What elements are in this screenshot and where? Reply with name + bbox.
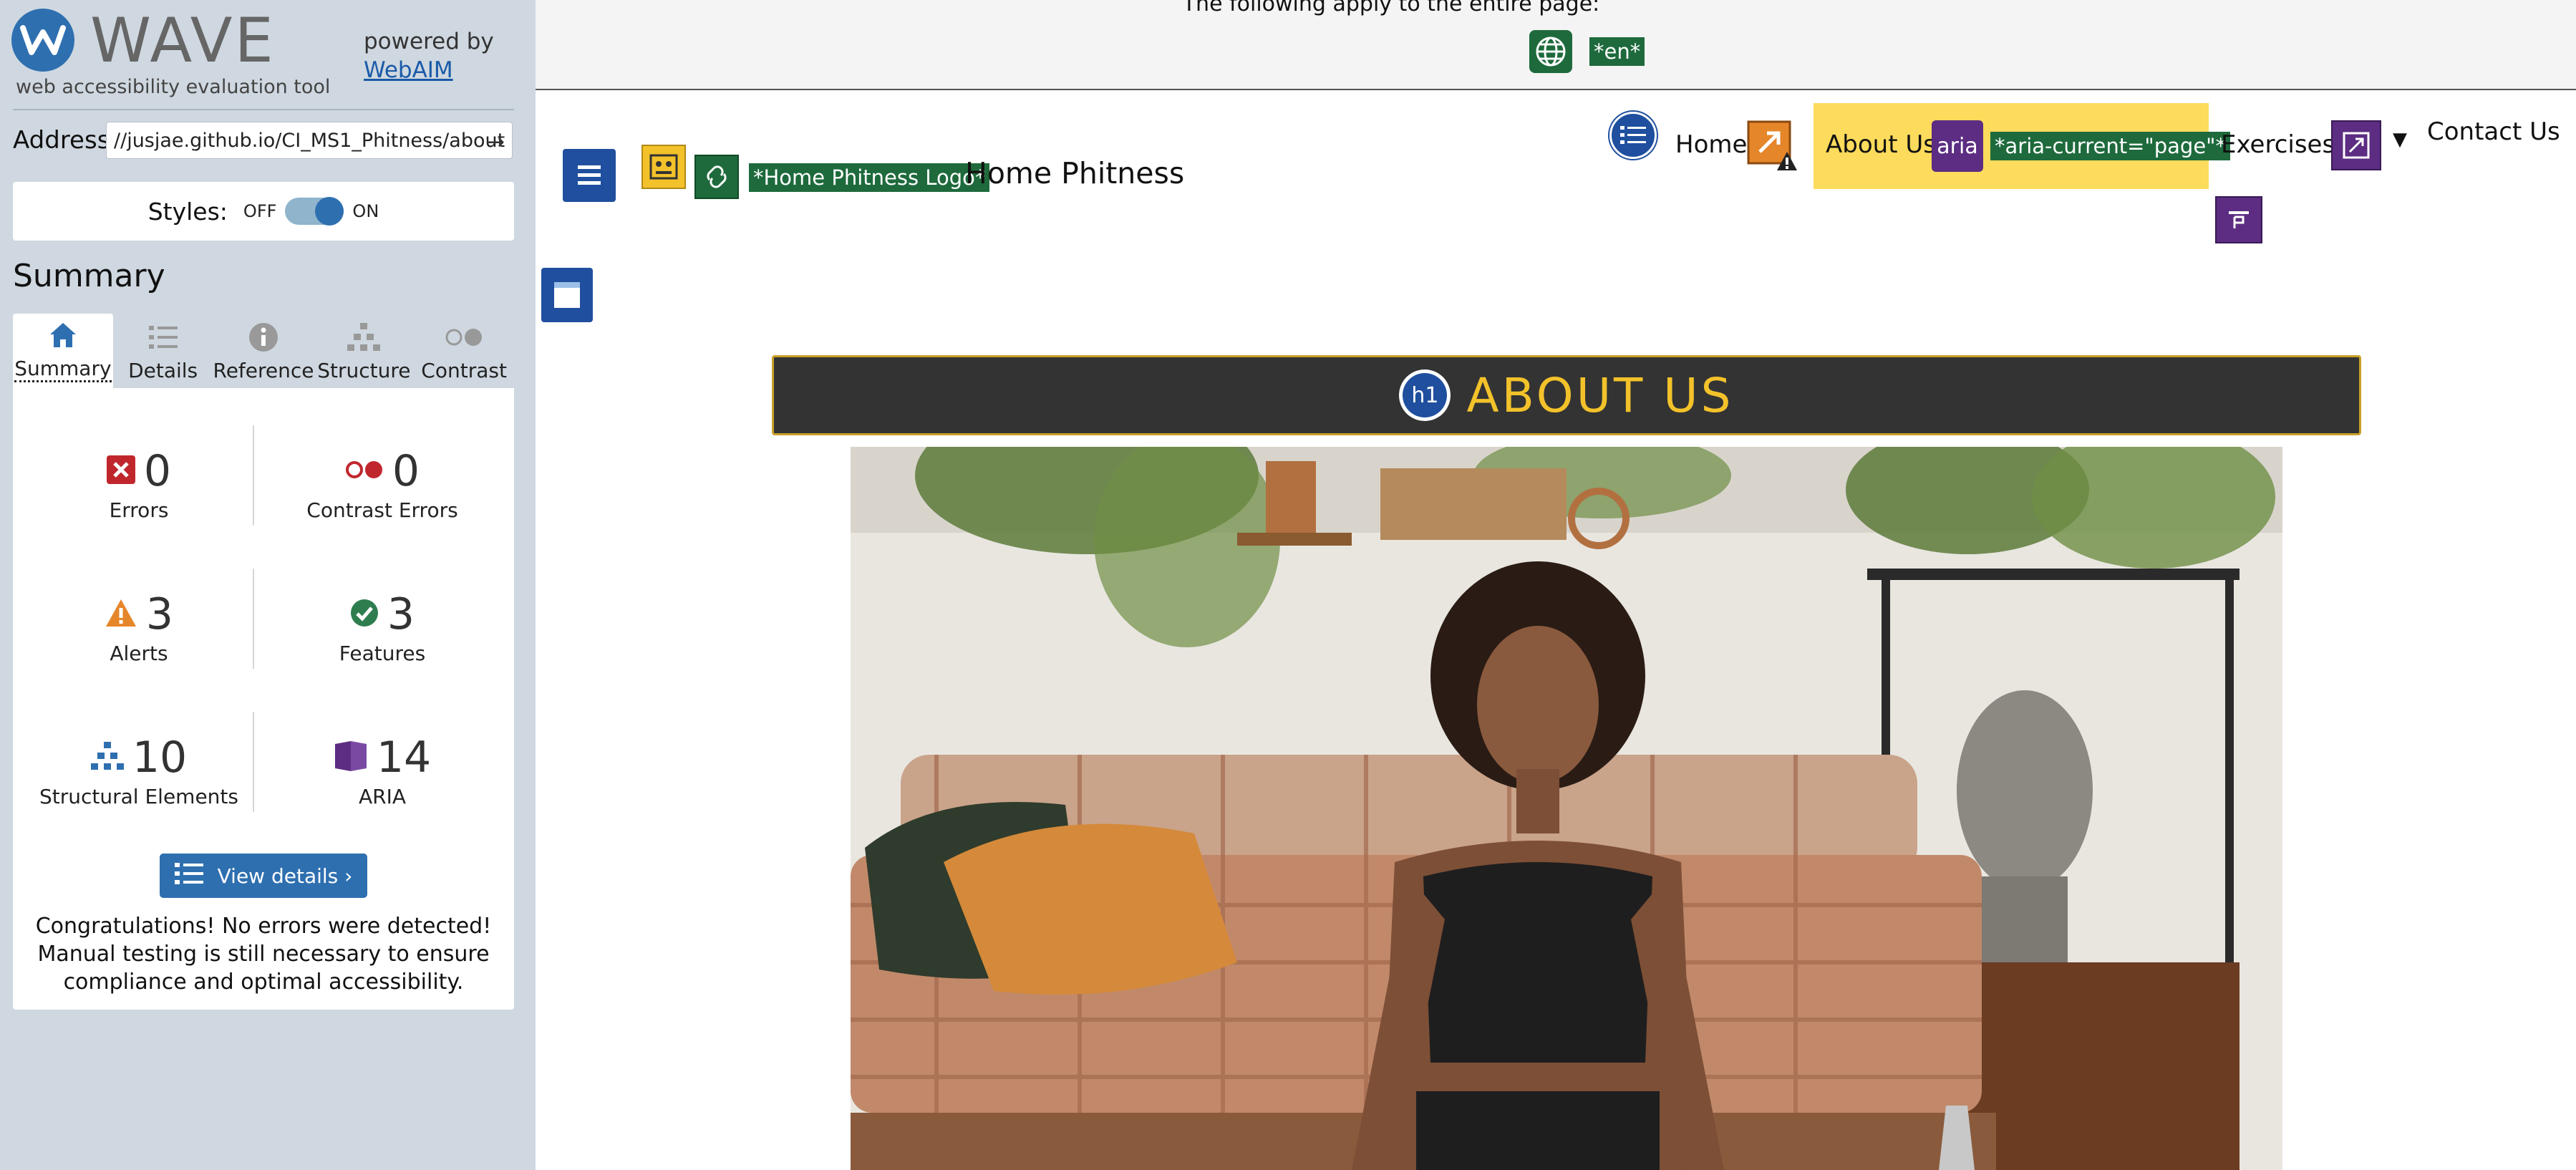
wave-logo-icon (11, 9, 74, 72)
stat-structural: 10 Structural Elements (24, 733, 253, 808)
about-heading-bar: h1 ABOUT US (772, 355, 2361, 435)
alt-text-icon[interactable] (641, 145, 686, 189)
errors-count: 0 (143, 446, 172, 496)
feature-icon (350, 599, 379, 630)
view-details-label: View details › (217, 864, 353, 888)
address-input[interactable]: //jusjae.github.io/CI_MS1_Phitness/about… (106, 122, 513, 159)
errors-label: Errors (109, 498, 169, 522)
wave-sidebar: WAVE web accessibility evaluation tool p… (0, 0, 536, 1170)
tab-contrast[interactable]: Contrast (414, 314, 514, 388)
wave-brand: WAVE (90, 5, 276, 77)
nav-home[interactable]: Home (1675, 130, 1747, 159)
info-icon (248, 320, 279, 354)
page-preview: The following apply to the entire page: … (536, 0, 2576, 1170)
site-brand[interactable]: Home Phitness (965, 156, 1184, 190)
nav-about[interactable]: About Us (1826, 130, 1936, 159)
aria-icon (334, 740, 368, 775)
divider (13, 109, 514, 110)
stat-features: 3 Features (268, 589, 497, 665)
h1-icon[interactable]: h1 (1399, 369, 1451, 421)
linked-image-icon[interactable] (694, 155, 739, 199)
page-level-note: The following apply to the entire page: (1182, 0, 1600, 16)
structural-count: 10 (132, 733, 188, 783)
stat-contrast-errors: 0 Contrast Errors (268, 446, 497, 522)
tab-label: Reference (213, 359, 314, 382)
tab-label: Contrast (421, 359, 507, 382)
styles-off-label: OFF (243, 201, 277, 221)
styles-label: Styles: (147, 197, 228, 226)
redundant-link-alert-icon[interactable] (1747, 120, 1798, 172)
aria-icon[interactable]: aria (1932, 120, 1983, 172)
webaim-link[interactable]: WebAIM (364, 57, 453, 83)
summary-panel: 0 Errors 0 Contrast Errors 3 Alerts 3 Fe… (13, 388, 514, 1010)
page-level-strip: The following apply to the entire page: … (536, 0, 2576, 90)
stat-divider (253, 569, 254, 669)
contrast-error-icon (345, 460, 384, 483)
hierarchy-icon (347, 320, 381, 354)
dropdown-caret-icon[interactable]: ▼ (2393, 129, 2407, 150)
list-icon (174, 862, 203, 890)
go-arrow-icon[interactable]: → (487, 130, 505, 155)
stat-aria: 14 ARIA (268, 733, 497, 808)
toggle-knob (315, 197, 344, 226)
styles-on-label: ON (352, 201, 379, 221)
logo-alt-tag: *Home Phitness Logo* (749, 163, 990, 192)
wave-tagline: web accessibility evaluation tool (16, 76, 331, 98)
tab-label: Details (128, 359, 198, 382)
stat-divider (253, 712, 254, 812)
h1-badge-label: h1 (1403, 373, 1448, 417)
tab-reference[interactable]: Reference (213, 314, 314, 388)
stat-errors: 0 Errors (24, 446, 253, 522)
powered-by-label: powered by (364, 29, 494, 54)
home-icon (49, 318, 77, 352)
tab-summary[interactable]: Summary (13, 314, 113, 388)
error-icon (106, 455, 135, 487)
aria-current-tag: *aria-current="page"* (1990, 132, 2231, 160)
congrats-message: Congratulations! No errors were detected… (35, 914, 492, 995)
nav-list-icon[interactable] (1609, 112, 1657, 159)
list-icon (148, 320, 178, 354)
tab-label: Summary (14, 357, 112, 382)
summary-heading: Summary (13, 258, 165, 294)
lang-tag: *en* (1589, 37, 1645, 66)
structure-icon (90, 742, 124, 773)
aria-count: 14 (376, 733, 432, 783)
main-region-icon[interactable] (541, 268, 593, 322)
page-heading: ABOUT US (1466, 367, 1734, 423)
alert-icon (105, 598, 137, 631)
alerts-count: 3 (145, 589, 174, 639)
header-region-icon[interactable] (563, 149, 616, 202)
structural-label: Structural Elements (39, 785, 238, 808)
stat-alerts: 3 Alerts (24, 589, 253, 665)
features-label: Features (339, 642, 426, 665)
features-count: 3 (387, 589, 415, 639)
nav-exercises[interactable]: Exercises (2221, 130, 2335, 159)
address-label: Address: (13, 126, 118, 155)
contrast-errors-count: 0 (392, 446, 420, 496)
contrast-icon (445, 320, 483, 354)
aria-expanded-icon[interactable] (2331, 120, 2381, 170)
panel-tabs: Summary Details Reference Structure Cont… (13, 314, 514, 388)
hero-image (851, 447, 2282, 1170)
stat-divider (253, 425, 254, 526)
aria-menu-icon[interactable] (2215, 196, 2262, 243)
aria-label: ARIA (358, 785, 407, 808)
styles-toggle[interactable] (285, 197, 344, 226)
tab-details[interactable]: Details (113, 314, 213, 388)
styles-toggle-row: Styles: OFF ON (13, 182, 514, 241)
alerts-label: Alerts (110, 642, 168, 665)
tab-label: Structure (317, 359, 411, 382)
tab-structure[interactable]: Structure (314, 314, 415, 388)
contrast-errors-label: Contrast Errors (306, 498, 458, 522)
language-globe-icon[interactable] (1529, 30, 1572, 73)
view-details-button[interactable]: View details › (160, 854, 367, 898)
nav-contact[interactable]: Contact Us (2427, 117, 2560, 146)
address-value: //jusjae.github.io/CI_MS1_Phitness/about (114, 129, 505, 152)
